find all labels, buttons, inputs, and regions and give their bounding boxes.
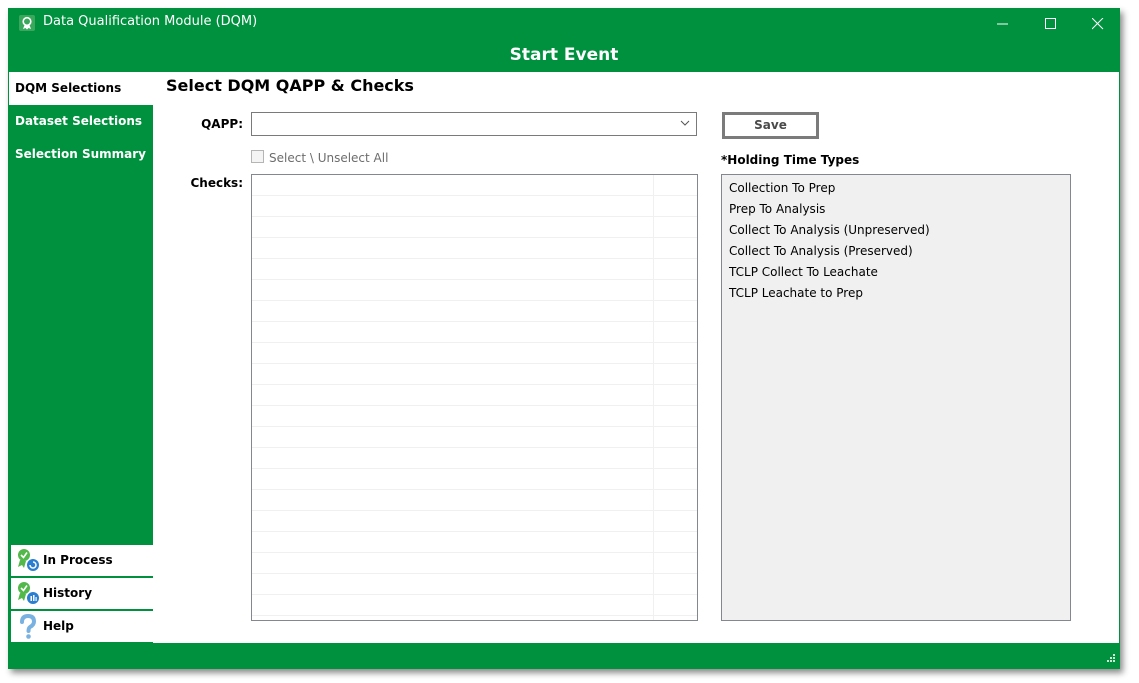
- holding-time-item[interactable]: TCLP Leachate to Prep: [722, 283, 1070, 304]
- checks-grid-row[interactable]: [252, 595, 697, 616]
- checks-label: Checks:: [190, 176, 243, 190]
- resize-grip-icon[interactable]: [1104, 653, 1116, 665]
- checks-grid-row[interactable]: [252, 574, 697, 595]
- window-title: Data Qualification Module (DQM): [43, 14, 258, 29]
- content-area: DQM Selections Dataset Selections Select…: [9, 72, 1119, 643]
- checks-grid-row[interactable]: [252, 448, 697, 469]
- checks-grid-row[interactable]: [252, 385, 697, 406]
- in-process-events-button[interactable]: In Process Events: [11, 545, 153, 598]
- maximize-icon: [1045, 18, 1056, 29]
- checks-grid-row[interactable]: [252, 280, 697, 301]
- select-all-checkbox[interactable]: Select \ Unselect All: [251, 150, 388, 165]
- checks-grid-row[interactable]: [252, 238, 697, 259]
- sidebar: DQM Selections Dataset Selections Select…: [9, 72, 153, 643]
- sidebar-item-dataset-selections[interactable]: Dataset Selections: [9, 105, 153, 138]
- checks-grid-row[interactable]: [252, 301, 697, 322]
- help-button[interactable]: Help: [11, 611, 153, 642]
- holding-time-item[interactable]: Collect To Analysis (Preserved): [722, 241, 1070, 262]
- award-history-icon: [16, 581, 40, 605]
- checks-grid-row[interactable]: [252, 511, 697, 532]
- form-title: Start Event: [509, 45, 619, 65]
- chevron-down-icon: [680, 120, 690, 126]
- checks-grid[interactable]: [251, 174, 698, 621]
- checks-grid-row[interactable]: [252, 217, 697, 238]
- checks-grid-row[interactable]: [252, 406, 697, 427]
- app-window: Data Qualification Module (DQM) Start Ev…: [8, 8, 1120, 669]
- checks-grid-row[interactable]: [252, 490, 697, 511]
- minimize-button[interactable]: [980, 8, 1026, 40]
- checks-grid-row[interactable]: [252, 532, 697, 553]
- history-label: History: [43, 586, 93, 600]
- qapp-dropdown[interactable]: [251, 112, 697, 136]
- holding-time-types-list[interactable]: Collection To Prep Prep To Analysis Collec…: [721, 174, 1071, 621]
- close-button[interactable]: [1075, 8, 1121, 40]
- sidebar-item-selection-summary[interactable]: Selection Summary: [9, 138, 153, 171]
- help-label: Help: [43, 619, 74, 633]
- minimize-icon: [997, 23, 1008, 25]
- checks-grid-row[interactable]: [252, 259, 697, 280]
- checks-grid-row[interactable]: [252, 175, 697, 196]
- award-ribbon-icon: [19, 15, 35, 31]
- question-mark-icon: [16, 613, 40, 639]
- save-button[interactable]: Save: [722, 112, 819, 139]
- checks-grid-row[interactable]: [252, 364, 697, 385]
- holding-time-item[interactable]: Prep To Analysis: [722, 199, 1070, 220]
- checks-grid-row[interactable]: [252, 469, 697, 490]
- qapp-label: QAPP:: [201, 117, 243, 131]
- holding-time-item[interactable]: Collect To Analysis (Unpreserved): [722, 220, 1070, 241]
- checks-grid-row[interactable]: [252, 322, 697, 343]
- checkbox-box: [251, 150, 264, 163]
- history-button[interactable]: History: [11, 578, 153, 609]
- title-bar[interactable]: Data Qualification Module (DQM): [8, 8, 1120, 40]
- section-title: Select DQM QAPP & Checks: [166, 76, 414, 95]
- maximize-button[interactable]: [1028, 8, 1074, 40]
- sidebar-item-dqm-selections[interactable]: DQM Selections: [9, 72, 153, 105]
- checks-grid-row[interactable]: [252, 196, 697, 217]
- checks-grid-row[interactable]: [252, 427, 697, 448]
- checks-grid-row[interactable]: [252, 343, 697, 364]
- select-all-label: Select \ Unselect All: [269, 151, 389, 165]
- checks-grid-row[interactable]: [252, 553, 697, 574]
- award-refresh-icon: [16, 548, 40, 572]
- holding-time-types-label: *Holding Time Types: [721, 153, 860, 167]
- holding-time-item[interactable]: TCLP Collect To Leachate: [722, 262, 1070, 283]
- holding-time-item[interactable]: Collection To Prep: [722, 178, 1070, 199]
- close-icon: [1092, 18, 1104, 30]
